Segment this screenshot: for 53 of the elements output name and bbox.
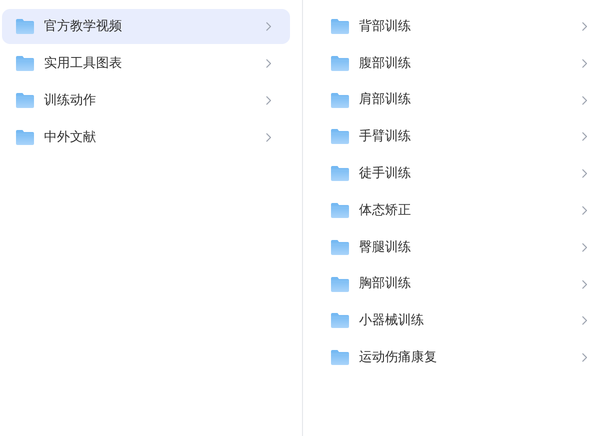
folder-icon <box>331 276 349 292</box>
chevron-right-icon <box>582 22 587 31</box>
chevron-right-icon <box>266 59 271 68</box>
subcategory-label: 手臂训练 <box>359 128 412 146</box>
subcategory-label: 肩部训练 <box>359 91 412 110</box>
chevron-right-icon <box>582 169 587 178</box>
folder-icon <box>331 350 349 366</box>
chevron-right-icon <box>266 22 271 31</box>
subcategory-label: 腹部训练 <box>359 54 412 73</box>
folder-icon <box>16 130 34 145</box>
chevron-right-icon <box>582 58 587 68</box>
category-item[interactable]: 官方教学视频 <box>2 9 290 44</box>
subcategory-label: 臀腿训练 <box>359 238 412 257</box>
subcategory-item[interactable]: 体态矫正 <box>331 192 587 228</box>
category-label: 训练动作 <box>44 92 97 110</box>
folder-icon <box>16 19 34 34</box>
subcategory-label: 运动伤痛康复 <box>359 348 438 367</box>
chevron-right-icon <box>582 280 587 289</box>
subcategory-item[interactable]: 腹部训练 <box>331 46 587 81</box>
category-label: 实用工具图表 <box>44 54 123 73</box>
chevron-right-icon <box>582 206 587 215</box>
chevron-right-icon <box>582 132 587 142</box>
chevron-right-icon <box>582 316 587 326</box>
folder-icon <box>331 129 349 144</box>
folder-icon <box>331 313 349 328</box>
folder-icon <box>331 240 349 255</box>
chevron-right-icon <box>582 242 587 252</box>
folder-icon <box>331 56 349 71</box>
subcategory-item[interactable]: 胸部训练 <box>331 266 587 302</box>
subcategory-item[interactable]: 运动伤痛康复 <box>331 340 587 376</box>
subcategory-label: 体态矫正 <box>359 202 412 220</box>
chevron-right-icon <box>582 353 587 362</box>
folder-icon <box>16 56 34 71</box>
subcategory-label: 小器械训练 <box>359 312 425 330</box>
chevron-right-icon <box>266 133 271 142</box>
category-label: 中外文献 <box>44 128 97 147</box>
folder-icon <box>331 92 349 108</box>
folder-icon <box>331 202 349 218</box>
subcategory-label: 胸部训练 <box>359 275 412 294</box>
subcategory-item[interactable]: 徒手训练 <box>331 156 587 192</box>
subcategory-item[interactable]: 小器械训练 <box>331 303 587 338</box>
chevron-right-icon <box>582 96 587 105</box>
category-label: 官方教学视频 <box>44 18 123 36</box>
subcategory-item[interactable]: 臀腿训练 <box>331 230 587 265</box>
folder-icon <box>16 93 34 108</box>
subcategory-item[interactable]: 肩部训练 <box>331 82 587 118</box>
folder-icon <box>331 19 349 34</box>
subcategory-label: 徒手训练 <box>359 164 412 183</box>
folder-icon <box>331 166 349 182</box>
subcategory-label: 背部训练 <box>359 18 412 36</box>
subcategory-item[interactable]: 手臂训练 <box>331 119 587 154</box>
chevron-right-icon <box>266 96 271 105</box>
subcategory-item[interactable]: 背部训练 <box>331 9 587 44</box>
